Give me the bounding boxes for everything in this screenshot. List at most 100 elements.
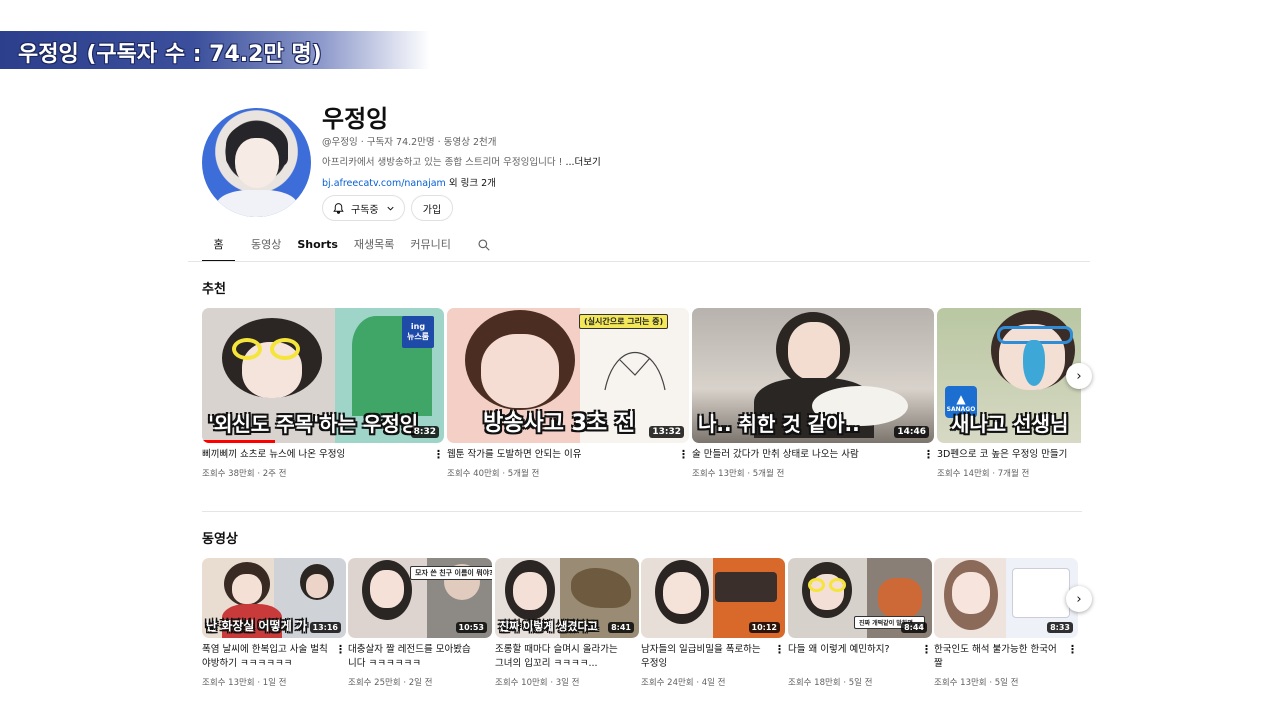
video-title[interactable]: 대충살자 짤 레전드를 모아봤습니다 ㅋㅋㅋㅋㅋㅋ bbox=[348, 643, 492, 671]
video-title[interactable]: 한국인도 해석 불가능한 한국어 짤 bbox=[934, 643, 1078, 671]
news-logo: ing 뉴스룸 bbox=[402, 316, 434, 348]
thumb-face bbox=[481, 334, 559, 408]
tab-videos[interactable]: 동영상 bbox=[243, 236, 289, 262]
video-card[interactable]: ▲ SANAGO 새나고 선생님 3D펜으로 코 높은 우정잉 만들기 조회수 … bbox=[937, 308, 1081, 479]
more-vert-icon[interactable]: ⋮ bbox=[433, 448, 444, 461]
video-card[interactable]: ing 뉴스룸 '외신도 주목'하는 우정잉 8:32 삐끼삐끼 쇼츠로 뉴스에… bbox=[202, 308, 444, 479]
video-card[interactable]: 진짜 개떡같이 말하면... 8:44 다들 왜 이렇게 예민하지? ⋮ 조회수… bbox=[788, 558, 932, 688]
video-card[interactable]: 10:12 남자들의 일급비밀을 폭로하는 우정잉 ⋮ 조회수 24만회 · 4… bbox=[641, 558, 785, 688]
thumb-caption: 방송사고 3초 전 bbox=[483, 411, 636, 436]
video-stats: 조회수 13만회 · 1일 전 bbox=[202, 678, 287, 688]
video-thumbnail[interactable]: 난 화장실 어떻게 가 13:16 bbox=[202, 558, 346, 638]
channel-links: bj.afreecatv.com/nanajam 외 링크 2개 bbox=[322, 175, 496, 189]
tab-playlists[interactable]: 재생목록 bbox=[346, 236, 402, 262]
video-card[interactable]: 난 화장실 어떻게 가 13:16 폭염 날씨에 한복입고 사술 벌칙 야방하기… bbox=[202, 558, 346, 688]
video-title[interactable]: 3D펜으로 코 높은 우정잉 만들기 bbox=[937, 448, 1081, 462]
video-stats: 조회수 24만회 · 4일 전 bbox=[641, 678, 726, 688]
section-divider bbox=[202, 511, 1082, 512]
channel-link-extra[interactable]: 외 링크 2개 bbox=[446, 178, 496, 189]
video-duration: 8:32 bbox=[410, 426, 439, 438]
video-duration: 8:44 bbox=[901, 622, 927, 633]
video-card[interactable]: 8:33 한국인도 해석 불가능한 한국어 짤 ⋮ 조회수 13만회 · 5일 … bbox=[934, 558, 1078, 688]
thumb-caption: '외신도 주목'하는 우정잉 bbox=[208, 412, 419, 436]
video-thumbnail[interactable]: 진짜 이렇게 생겼다고 8:41 bbox=[495, 558, 639, 638]
thumb-tag: 모자 쓴 친구 이름이 뭐야? bbox=[410, 566, 492, 580]
channel-meta: @우정잉 · 구독자 74.2만명 · 동영상 2천개 bbox=[322, 137, 497, 148]
more-link[interactable]: ...더보기 bbox=[565, 157, 600, 168]
subscribed-button[interactable]: 구독중 bbox=[322, 195, 405, 221]
video-thumbnail[interactable]: ▲ SANAGO 새나고 선생님 bbox=[937, 308, 1081, 443]
video-title[interactable]: 폭염 날씨에 한복입고 사술 벌칙 야방하기 ㅋㅋㅋㅋㅋㅋ bbox=[202, 643, 346, 671]
glasses-sticker bbox=[232, 320, 312, 360]
video-duration: 8:41 bbox=[608, 622, 634, 633]
video-title[interactable]: 술 만들러 갔다가 만취 상태로 나오는 사람 bbox=[692, 448, 934, 462]
video-card[interactable]: 진짜 이렇게 생겼다고 8:41 조롱할 때마다 슬며시 올라가는 그녀의 입꼬… bbox=[495, 558, 639, 688]
search-icon[interactable] bbox=[477, 238, 491, 252]
chevron-right-icon[interactable]: › bbox=[1066, 363, 1092, 389]
video-thumbnail[interactable]: 나.. 취한 것 같아.. 14:46 bbox=[692, 308, 934, 443]
news-logo-top: ing bbox=[410, 322, 426, 331]
channel-tabs: 홈 동영상 Shorts 재생목록 커뮤니티 bbox=[202, 236, 459, 262]
tab-community[interactable]: 커뮤니티 bbox=[402, 236, 458, 262]
videos-title: 동영상 bbox=[202, 532, 238, 547]
video-duration: 10:53 bbox=[455, 622, 487, 633]
video-duration: 14:46 bbox=[894, 426, 929, 438]
thumb-fire bbox=[878, 578, 922, 618]
video-stats: 조회수 18만회 · 5일 전 bbox=[788, 678, 873, 688]
banner-text: 우정잉 (구독자 수 : 74.2만 명) bbox=[18, 42, 322, 67]
more-vert-icon[interactable]: ⋮ bbox=[774, 643, 785, 656]
thumb-face bbox=[232, 574, 262, 604]
join-button[interactable]: 가입 bbox=[411, 195, 453, 221]
watch-progress bbox=[202, 440, 275, 443]
video-thumbnail[interactable]: (실시간으로 그리는 중) 방송사고 3초 전 13:32 bbox=[447, 308, 689, 443]
more-vert-icon[interactable]: ⋮ bbox=[923, 448, 934, 461]
channel-link-url[interactable]: bj.afreecatv.com/nanajam bbox=[322, 178, 446, 189]
video-duration: 13:16 bbox=[309, 622, 341, 633]
more-vert-icon[interactable]: ⋮ bbox=[921, 643, 932, 656]
bell-icon bbox=[333, 202, 344, 214]
subscribed-label: 구독중 bbox=[351, 204, 379, 216]
video-title[interactable]: 조롱할 때마다 슬며시 올라가는 그녀의 입꼬리 ㅋㅋㅋㅋ... bbox=[495, 643, 639, 671]
video-title[interactable]: 다들 왜 이렇게 예민하지? bbox=[788, 643, 932, 671]
thumb-tag: (실시간으로 그리는 중) bbox=[579, 314, 669, 329]
video-card[interactable]: (실시간으로 그리는 중) 방송사고 3초 전 13:32 웹툰 작가를 도발하… bbox=[447, 308, 689, 479]
video-thumbnail[interactable]: 진짜 개떡같이 말하면... 8:44 bbox=[788, 558, 932, 638]
video-card[interactable]: 나.. 취한 것 같아.. 14:46 술 만들러 갔다가 만취 상태로 나오는… bbox=[692, 308, 934, 479]
thumb-textbox bbox=[715, 572, 777, 602]
more-vert-icon[interactable]: ⋮ bbox=[678, 448, 689, 461]
thumb-creature bbox=[571, 568, 631, 608]
video-title[interactable]: 웹툰 작가를 도발하면 안되는 이유 bbox=[447, 448, 689, 462]
title-banner: 우정잉 (구독자 수 : 74.2만 명) bbox=[0, 31, 430, 69]
video-card[interactable]: 모자 쓴 친구 이름이 뭐야? 10:53 대충살자 짤 레전드를 모아봤습니다… bbox=[348, 558, 492, 688]
channel-description[interactable]: 아프리카에서 생방송하고 있는 종합 스트리머 우정잉입니다 ! ...더보기 bbox=[322, 154, 601, 168]
video-stats: 조회수 14만회 · 7개월 전 bbox=[937, 469, 1030, 479]
video-stats: 조회수 25만회 · 2일 전 bbox=[348, 678, 433, 688]
video-thumbnail[interactable]: 모자 쓴 친구 이름이 뭐야? 10:53 bbox=[348, 558, 492, 638]
video-title[interactable]: 남자들의 일급비밀을 폭로하는 우정잉 bbox=[641, 643, 785, 671]
more-vert-icon[interactable]: ⋮ bbox=[1067, 643, 1078, 656]
thumb-face bbox=[513, 572, 547, 610]
tab-shorts[interactable]: Shorts bbox=[289, 236, 346, 262]
sketch-drawing bbox=[604, 351, 666, 391]
news-logo-bottom: 뉴스룸 bbox=[406, 332, 430, 341]
recommended-title: 추천 bbox=[202, 282, 226, 297]
video-stats: 조회수 13만회 · 5일 전 bbox=[934, 678, 1019, 688]
channel-avatar[interactable] bbox=[202, 108, 311, 217]
video-title[interactable]: 삐끼삐끼 쇼츠로 뉴스에 나온 우정잉 bbox=[202, 448, 444, 462]
thumb-face bbox=[370, 570, 404, 608]
thumb-caption: 난 화장실 어떻게 가 bbox=[206, 619, 307, 633]
glasses-sticker bbox=[808, 578, 848, 592]
chevron-right-icon[interactable]: › bbox=[1066, 586, 1092, 612]
channel-name: 우정잉 bbox=[322, 105, 389, 133]
tab-home[interactable]: 홈 bbox=[202, 236, 235, 262]
video-thumbnail[interactable]: 10:12 bbox=[641, 558, 785, 638]
more-vert-icon[interactable]: ⋮ bbox=[335, 643, 346, 656]
video-thumbnail[interactable]: ing 뉴스룸 '외신도 주목'하는 우정잉 8:32 bbox=[202, 308, 444, 443]
thumb-face bbox=[663, 572, 701, 614]
avatar-shirt bbox=[216, 190, 298, 217]
video-thumbnail[interactable]: 8:33 bbox=[934, 558, 1078, 638]
thumb-face bbox=[952, 572, 990, 614]
thumb-caption: 새나고 선생님 bbox=[951, 412, 1069, 436]
chevron-down-icon bbox=[387, 206, 394, 211]
video-duration: 10:12 bbox=[748, 622, 780, 633]
